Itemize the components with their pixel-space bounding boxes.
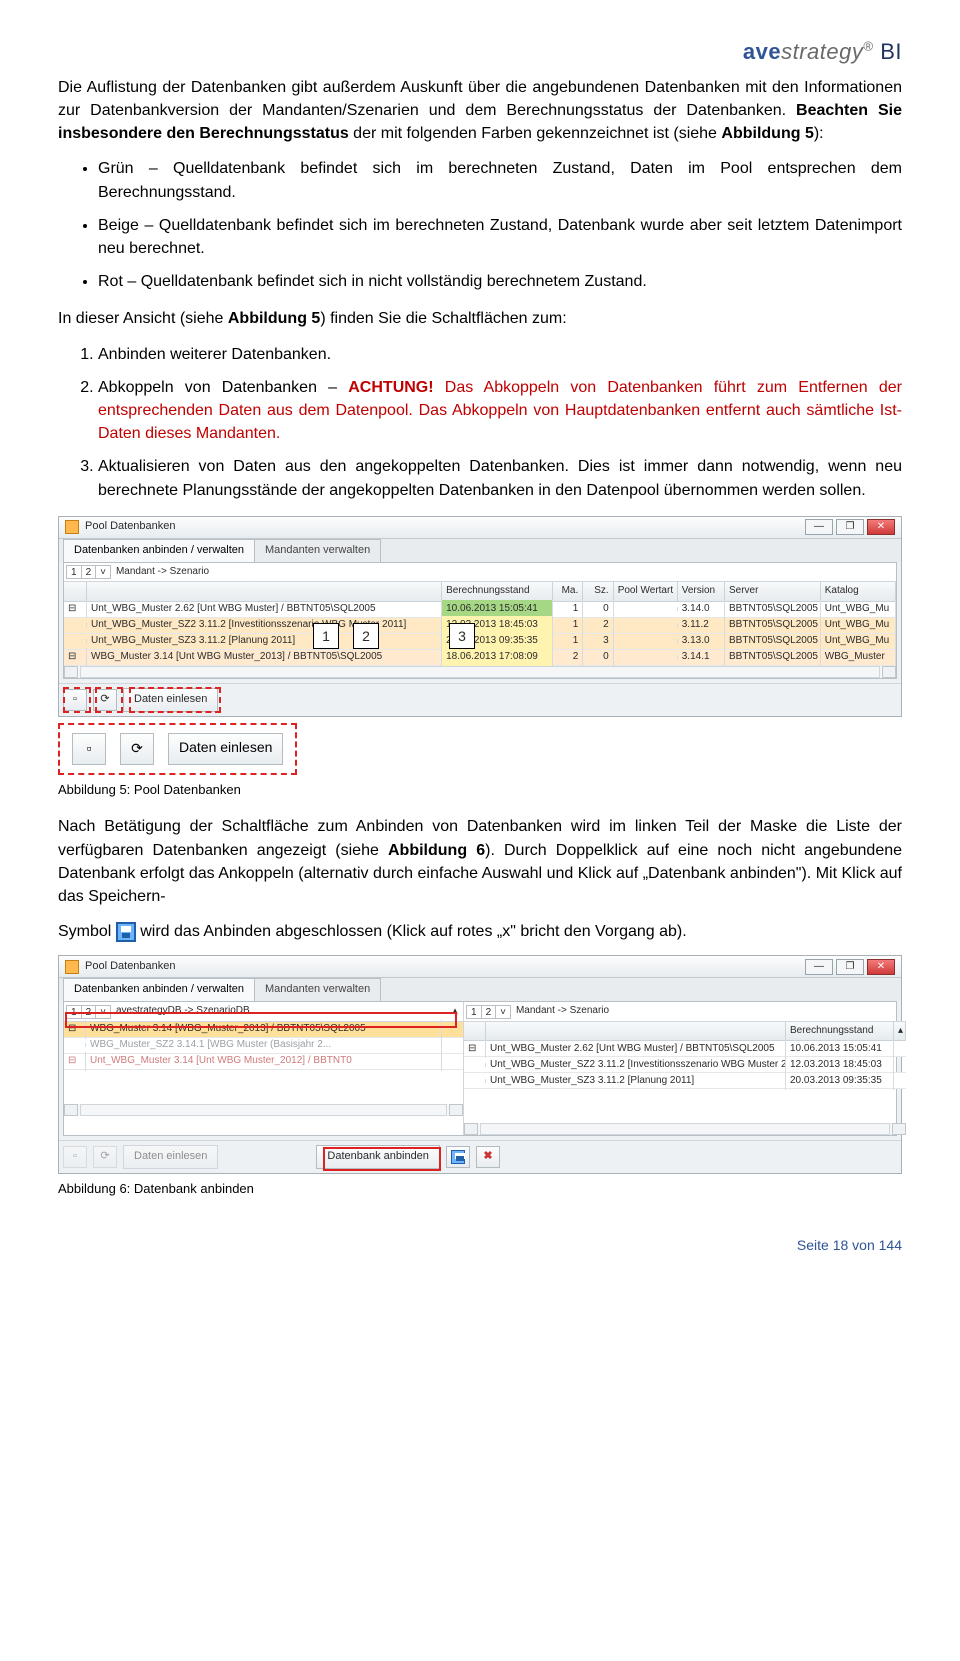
callout-2: 2 xyxy=(353,623,379,649)
detach-db-button-zoom[interactable]: ⟳ xyxy=(120,733,154,765)
detach-db-button[interactable]: ⟳ xyxy=(93,1146,117,1168)
save-icon xyxy=(116,922,136,942)
new-db-button-zoom[interactable]: ▫ xyxy=(72,733,106,765)
callout-box-1 xyxy=(63,687,91,713)
window-title: Pool Datenbanken xyxy=(85,959,176,975)
tab-mandanten[interactable]: Mandanten verwalten xyxy=(254,978,381,1001)
save-paragraph: Symbol wird das Anbinden abgeschlossen (… xyxy=(58,920,902,943)
callout-3: 3 xyxy=(449,623,475,649)
cancel-button[interactable]: ✖ xyxy=(476,1146,500,1168)
daten-einlesen-button[interactable]: Daten einlesen xyxy=(123,1145,218,1169)
minimize-button[interactable]: — xyxy=(805,519,833,535)
tab-mandanten[interactable]: Mandanten verwalten xyxy=(254,539,381,562)
window-icon xyxy=(65,960,79,974)
new-db-button[interactable]: ▫ xyxy=(63,1146,87,1168)
page-input-2[interactable]: 2 xyxy=(81,565,97,579)
tab-anbinden[interactable]: Datenbanken anbinden / verwalten xyxy=(63,978,255,1001)
save-button[interactable] xyxy=(446,1146,470,1168)
intro-paragraph: Die Auflistung der Datenbanken gibt auße… xyxy=(58,76,902,146)
page-input-1[interactable]: 1 xyxy=(466,1005,482,1019)
color-legend-list: Grün – Quelldatenbank befindet sich im b… xyxy=(58,157,902,293)
highlight-left-row xyxy=(65,1012,457,1028)
desc-anbinden: Anbinden weiterer Datenbanken. xyxy=(98,343,902,366)
pool-datenbanken-window: Pool Datenbanken — ❐ ✕ Datenbanken anbin… xyxy=(58,516,902,717)
caption-6: Abbildung 6: Datenbank anbinden xyxy=(58,1180,902,1199)
close-button[interactable]: ✕ xyxy=(867,519,895,535)
grid-header: Berechnungsstand Ma. Sz. Pool Wertart Ve… xyxy=(64,582,896,602)
tab-anbinden[interactable]: Datenbanken anbinden / verwalten xyxy=(63,539,255,562)
desc-aktualisieren: Aktualisieren von Daten aus den angekopp… xyxy=(98,455,902,501)
col-label-right: Mandant -> Szenario xyxy=(510,1003,892,1020)
maximize-button[interactable]: ❐ xyxy=(836,519,864,535)
close-button[interactable]: ✕ xyxy=(867,959,895,975)
pool-datenbanken-window-2: Pool Datenbanken — ❐ ✕ Datenbanken anbin… xyxy=(58,955,902,1174)
page-dropdown[interactable]: ˅ xyxy=(95,565,111,579)
window-icon xyxy=(65,520,79,534)
window-title: Pool Datenbanken xyxy=(85,519,176,535)
list-item[interactable]: Unt_WBG_Muster_SZ3 3.11.2 [Planung 2011]… xyxy=(464,1073,906,1089)
anbinden-paragraph: Nach Betätigung der Schaltfläche zum Anb… xyxy=(58,815,902,908)
callout-box-2 xyxy=(95,687,123,713)
scroll-track[interactable] xyxy=(80,666,880,678)
list-item[interactable]: ⊟Unt_WBG_Muster 3.14 [Unt WBG Muster_201… xyxy=(64,1054,463,1070)
scroll-left[interactable] xyxy=(64,666,78,678)
callout-box-3 xyxy=(129,687,221,713)
table-row[interactable]: ⊟WBG_Muster 3.14 [Unt WBG Muster_2013] /… xyxy=(64,650,896,666)
highlight-anbinden xyxy=(323,1147,441,1171)
maximize-button[interactable]: ❐ xyxy=(836,959,864,975)
col-label: Mandant -> Szenario xyxy=(110,564,894,581)
legend-beige: Beige – Quelldatenbank befindet sich im … xyxy=(98,214,902,260)
scroll-right[interactable] xyxy=(882,666,896,678)
minimize-button[interactable]: — xyxy=(805,959,833,975)
legend-red: Rot – Quelldatenbank befindet sich in ni… xyxy=(98,270,902,293)
page-footer: Seite 18 von 144 xyxy=(58,1235,902,1255)
page-input-2[interactable]: 2 xyxy=(481,1005,497,1019)
page-dropdown[interactable]: ˅ xyxy=(495,1005,511,1019)
button-descriptions: Anbinden weiterer Datenbanken. Abkoppeln… xyxy=(58,343,902,502)
page-input-1[interactable]: 1 xyxy=(66,565,82,579)
desc-abkoppeln: Abkoppeln von Datenbanken – ACHTUNG! Das… xyxy=(98,376,902,446)
view-paragraph: In dieser Ansicht (siehe Abbildung 5) fi… xyxy=(58,307,902,330)
legend-green: Grün – Quelldatenbank befindet sich im b… xyxy=(98,157,902,203)
callout-1: 1 xyxy=(313,623,339,649)
caption-5: Abbildung 5: Pool Datenbanken xyxy=(58,781,902,800)
daten-einlesen-button-zoom[interactable]: Daten einlesen xyxy=(168,733,283,765)
brand-header: avestrategy® BI xyxy=(58,36,902,68)
zoomed-toolbar: ▫ ⟳ Daten einlesen xyxy=(58,723,297,775)
